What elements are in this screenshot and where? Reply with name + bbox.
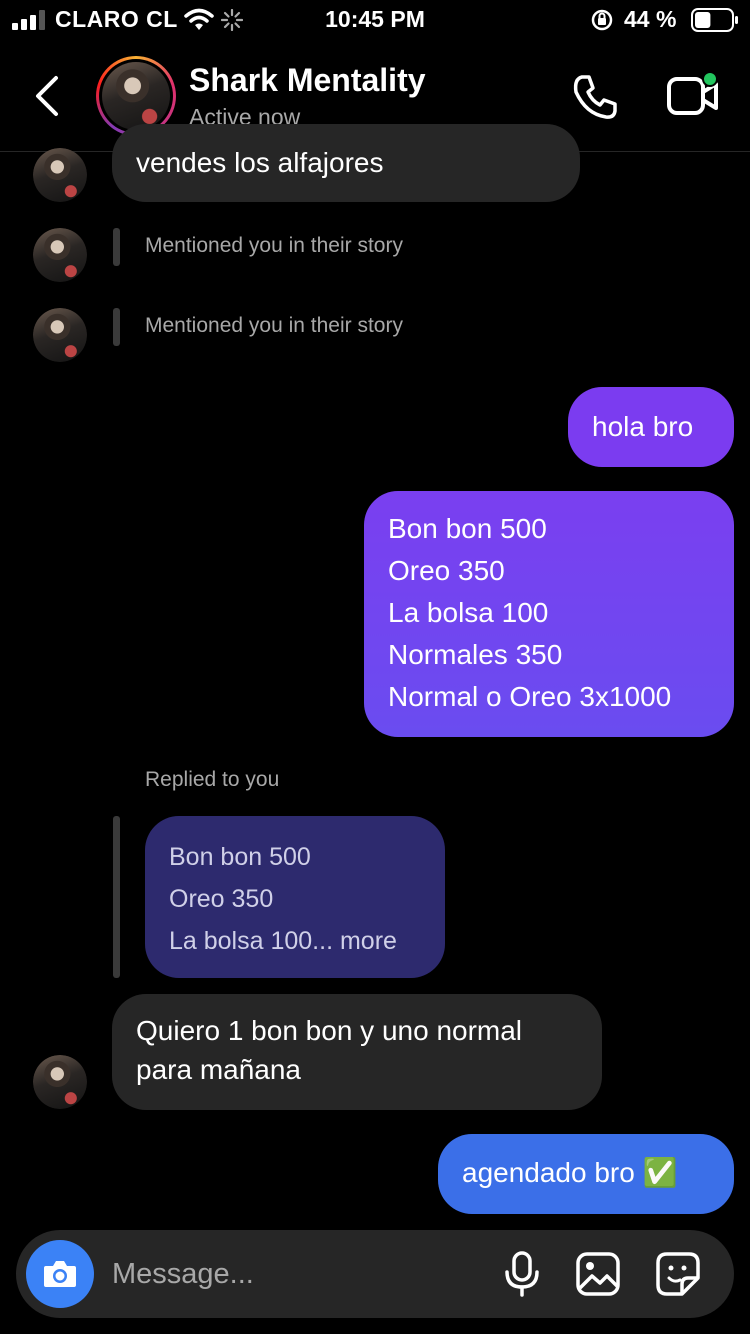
quoted-line: La bolsa 100... more — [169, 927, 397, 955]
battery-percent: 44 % — [624, 6, 677, 32]
message-bubble-incoming[interactable]: Quiero 1 bon bon y uno normal para mañan… — [112, 994, 602, 1110]
avatar-photo — [102, 62, 170, 130]
message-composer — [16, 1230, 734, 1318]
story-mention-text[interactable]: Mentioned you in their story — [145, 234, 403, 258]
story-mention-bar — [113, 228, 120, 266]
camera-button[interactable] — [26, 1240, 94, 1308]
message-line: Oreo 350 — [388, 555, 505, 586]
message-line: Normal o Oreo 3x1000 — [388, 681, 672, 712]
message-line: Quiero 1 bon bon y uno normal — [136, 1015, 523, 1046]
sticker-icon[interactable] — [656, 1252, 700, 1296]
message-line: Normales 350 — [388, 639, 563, 670]
camera-icon — [44, 1261, 76, 1287]
message-bubble-outgoing[interactable]: agendado bro ✅ — [438, 1134, 734, 1214]
message-text: vendes los alfajores — [136, 147, 384, 178]
message-line: Bon bon 500 — [388, 513, 547, 544]
microphone-icon[interactable] — [502, 1250, 542, 1298]
message-bubble-outgoing[interactable]: hola bro — [568, 387, 734, 467]
message-bubble-incoming[interactable]: vendes los alfajores — [112, 124, 580, 202]
message-text: agendado bro ✅ — [462, 1157, 678, 1188]
sender-avatar[interactable] — [33, 1055, 87, 1109]
replied-label: Replied to you — [145, 768, 280, 791]
sender-avatar[interactable] — [33, 308, 87, 362]
quoted-message[interactable]: Bon bon 500 Oreo 350 La bolsa 100... mor… — [145, 816, 445, 978]
back-chevron-icon[interactable] — [30, 72, 64, 120]
sender-avatar[interactable] — [33, 148, 87, 202]
message-line: para mañana — [136, 1054, 302, 1085]
message-text: hola bro — [592, 411, 694, 442]
gallery-icon[interactable] — [576, 1252, 620, 1296]
battery-icon — [691, 8, 738, 32]
story-mention-bar — [113, 308, 120, 346]
message-bubble-outgoing[interactable]: Bon bon 500 Oreo 350 La bolsa 100 Normal… — [364, 491, 734, 737]
sender-avatar[interactable] — [33, 228, 87, 282]
status-bar: CLARO CL 10:45 PM 44 % — [0, 0, 750, 40]
rotation-lock-icon — [591, 9, 613, 31]
contact-name[interactable]: Shark Mentality — [189, 62, 426, 99]
message-input[interactable] — [112, 1248, 492, 1300]
reply-quote-bar — [113, 816, 120, 978]
quoted-line: Oreo 350 — [169, 885, 274, 913]
video-call-icon[interactable] — [666, 70, 722, 122]
message-line: La bolsa 100 — [388, 597, 549, 628]
story-mention-text[interactable]: Mentioned you in their story — [145, 314, 403, 338]
phone-call-icon[interactable] — [570, 72, 620, 122]
quoted-line: Bon bon 500 — [169, 843, 311, 871]
